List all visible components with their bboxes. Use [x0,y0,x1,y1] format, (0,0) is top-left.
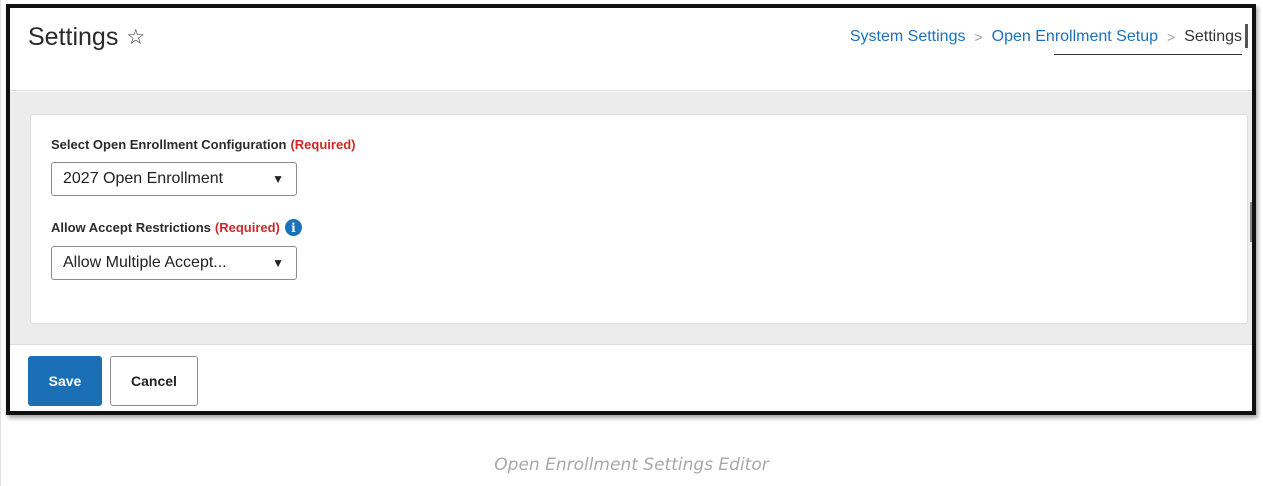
action-bar: Save Cancel [10,344,1252,411]
page-title-text: Settings [28,23,119,51]
accept-restrictions-label: Allow Accept Restrictions (Required) i [51,219,302,236]
chevron-right-icon: > [974,29,983,45]
content-area: Select Open Enrollment Configuration (Re… [10,92,1252,344]
required-indicator: (Required) [290,137,356,152]
save-button[interactable]: Save [28,356,102,406]
accept-restrictions-label-text: Allow Accept Restrictions [51,220,211,235]
accept-restrictions-select[interactable]: Allow Multiple Accept... ▼ [51,246,297,280]
figure-caption: Open Enrollment Settings Editor [494,455,769,475]
configuration-select[interactable]: 2027 Open Enrollment ▼ [51,162,297,196]
caret-down-icon: ▼ [272,256,284,270]
breadcrumb-underline [1054,54,1242,55]
chevron-right-icon: > [1167,29,1176,45]
breadcrumb: System Settings > Open Enrollment Setup … [850,24,1248,55]
info-circle-icon[interactable]: i [284,219,302,236]
document-left-rule [0,0,1,486]
favorite-star-icon[interactable]: ☆ [126,21,145,55]
breadcrumb-end-marker [1245,24,1248,48]
configuration-label: Select Open Enrollment Configuration (Re… [51,137,355,152]
breadcrumb-settings: Settings [1184,28,1242,45]
page-header: Settings ☆ System Settings > Open Enrollm… [10,8,1252,91]
caret-down-icon: ▼ [272,172,284,186]
page-title: Settings ☆ [28,20,145,55]
cancel-button[interactable]: Cancel [110,356,198,406]
settings-card: Select Open Enrollment Configuration (Re… [30,114,1248,324]
settings-screen: Settings ☆ System Settings > Open Enrollm… [6,4,1256,415]
required-indicator: (Required) [214,220,280,235]
configuration-select-value: 2027 Open Enrollment [63,170,224,187]
breadcrumb-open-enrollment-setup[interactable]: Open Enrollment Setup [992,28,1158,46]
breadcrumb-system-settings[interactable]: System Settings [850,28,966,46]
accept-restrictions-select-value: Allow Multiple Accept... [63,254,227,271]
scrollbar-thumb[interactable] [1250,202,1252,242]
configuration-label-text: Select Open Enrollment Configuration [51,137,287,152]
